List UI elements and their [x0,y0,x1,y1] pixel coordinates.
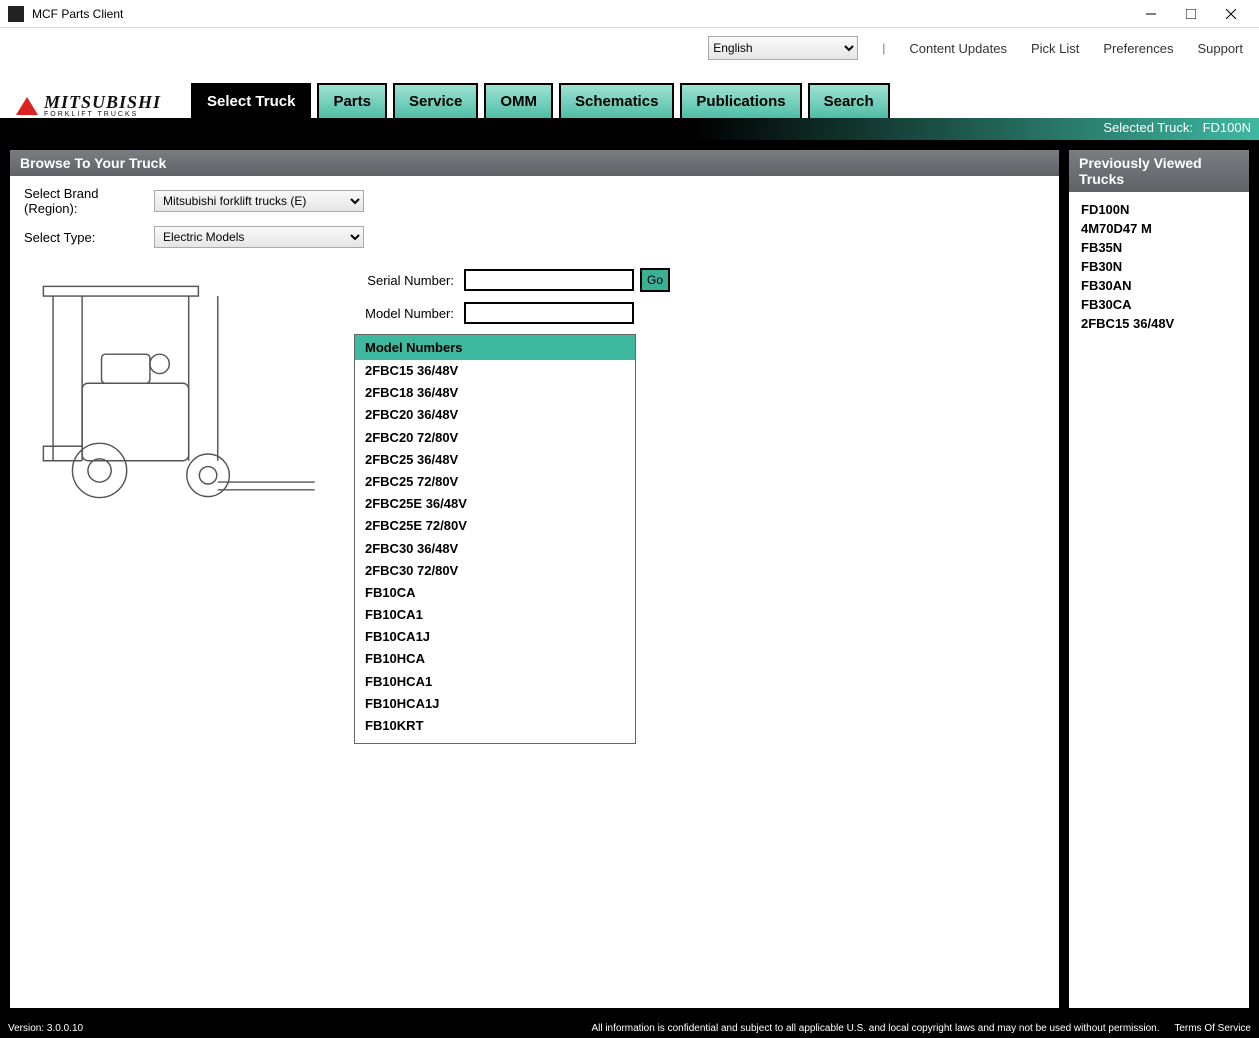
browse-header: Browse To Your Truck [10,150,1059,176]
forklift-icon [24,268,334,519]
model-item[interactable]: FB10HCA [355,648,635,670]
brand-sub: FORKLIFT TRUCKS [44,111,161,118]
link-preferences[interactable]: Preferences [1103,41,1173,56]
main-panel: Browse To Your Truck Select Brand (Regio… [10,150,1059,1008]
recent-item[interactable]: FD100N [1081,200,1237,219]
search-column: Serial Number: Go Model Number: Model Nu… [354,268,1045,1008]
recent-item[interactable]: 4M70D47 M [1081,219,1237,238]
recent-header: Previously Viewed Trucks [1069,150,1249,192]
model-item[interactable]: 2FBC25E 72/80V [355,515,635,537]
main-tabs: Select Truck Parts Service OMM Schematic… [191,83,890,118]
window-title: MCF Parts Client [32,7,1131,21]
model-item[interactable]: FB10CA1 [355,604,635,626]
close-button[interactable] [1211,0,1251,28]
recent-item[interactable]: 2FBC15 36/48V [1081,314,1237,333]
tab-search[interactable]: Search [808,83,890,118]
model-item[interactable]: FB10KRT PAC [355,737,635,743]
recent-item[interactable]: FB30CA [1081,295,1237,314]
model-item[interactable]: 2FBC20 72/80V [355,427,635,449]
model-list-header: Model Numbers [355,335,635,360]
link-content-updates[interactable]: Content Updates [909,41,1007,56]
model-list[interactable]: 2FBC15 36/48V2FBC18 36/48V2FBC20 36/48V2… [355,360,635,743]
type-select[interactable]: Electric Models [154,226,364,248]
model-item[interactable]: 2FBC15 36/48V [355,360,635,382]
brand-logo: MITSUBISHI FORKLIFT TRUCKS [16,94,161,118]
body: Browse To Your Truck Select Brand (Regio… [0,140,1259,1018]
window-titlebar: MCF Parts Client [0,0,1259,28]
link-tos[interactable]: Terms Of Service [1174,1023,1251,1034]
tab-omm[interactable]: OMM [484,83,553,118]
footer: Version: 3.0.0.10 All information is con… [0,1018,1259,1038]
model-item[interactable]: FB10CA1J [355,626,635,648]
minimize-button[interactable] [1131,0,1171,28]
tab-parts[interactable]: Parts [317,83,387,118]
go-button[interactable]: Go [640,268,670,292]
separator: | [882,41,885,55]
model-input[interactable] [464,302,634,324]
filters: Select Brand (Region): Mitsubishi forkli… [10,176,1059,268]
serial-label: Serial Number: [354,273,454,288]
selected-truck-bar: Selected Truck: FD100N [0,118,1259,140]
content-row: Serial Number: Go Model Number: Model Nu… [10,268,1059,1008]
tab-publications[interactable]: Publications [680,83,801,118]
model-list-panel: Model Numbers 2FBC15 36/48V2FBC18 36/48V… [354,334,636,744]
model-item[interactable]: 2FBC30 36/48V [355,538,635,560]
side-panel: Previously Viewed Trucks FD100N4M70D47 M… [1069,150,1249,1008]
selected-truck-label: Selected Truck: [1103,120,1193,135]
model-item[interactable]: 2FBC25 72/80V [355,471,635,493]
link-support[interactable]: Support [1197,41,1243,56]
tab-schematics[interactable]: Schematics [559,83,674,118]
recent-item[interactable]: FB30AN [1081,276,1237,295]
serial-input[interactable] [464,269,634,291]
link-pick-list[interactable]: Pick List [1031,41,1079,56]
brand-name: MITSUBISHI [44,92,161,112]
truck-illustration [24,268,334,518]
brand-select[interactable]: Mitsubishi forklift trucks (E) [154,190,364,212]
top-toolbar: English | Content Updates Pick List Pref… [0,28,1259,68]
model-item[interactable]: FB10HCA1J [355,693,635,715]
tab-select-truck[interactable]: Select Truck [191,83,311,118]
model-item[interactable]: 2FBC20 36/48V [355,404,635,426]
version-text: Version: 3.0.0.10 [8,1023,83,1034]
model-item[interactable]: FB10HCA1 [355,671,635,693]
maximize-button[interactable] [1171,0,1211,28]
app-icon [8,6,24,22]
model-item[interactable]: 2FBC18 36/48V [355,382,635,404]
logo-triangle-icon [16,97,38,115]
recent-item[interactable]: FB35N [1081,238,1237,257]
type-label: Select Type: [24,230,154,245]
nav-row: MITSUBISHI FORKLIFT TRUCKS Select Truck … [0,68,1259,118]
model-item[interactable]: FB10KRT [355,715,635,737]
model-item[interactable]: 2FBC30 72/80V [355,560,635,582]
recent-list: FD100N4M70D47 MFB35NFB30NFB30ANFB30CA2FB… [1069,192,1249,341]
model-item[interactable]: 2FBC25 36/48V [355,449,635,471]
model-item[interactable]: 2FBC25E 36/48V [355,493,635,515]
tab-service[interactable]: Service [393,83,478,118]
model-label: Model Number: [354,306,454,321]
selected-truck-value: FD100N [1203,120,1251,135]
legal-text: All information is confidential and subj… [83,1023,1251,1034]
recent-item[interactable]: FB30N [1081,257,1237,276]
brand-label: Select Brand (Region): [24,186,154,216]
language-select[interactable]: English [708,36,858,60]
model-item[interactable]: FB10CA [355,582,635,604]
